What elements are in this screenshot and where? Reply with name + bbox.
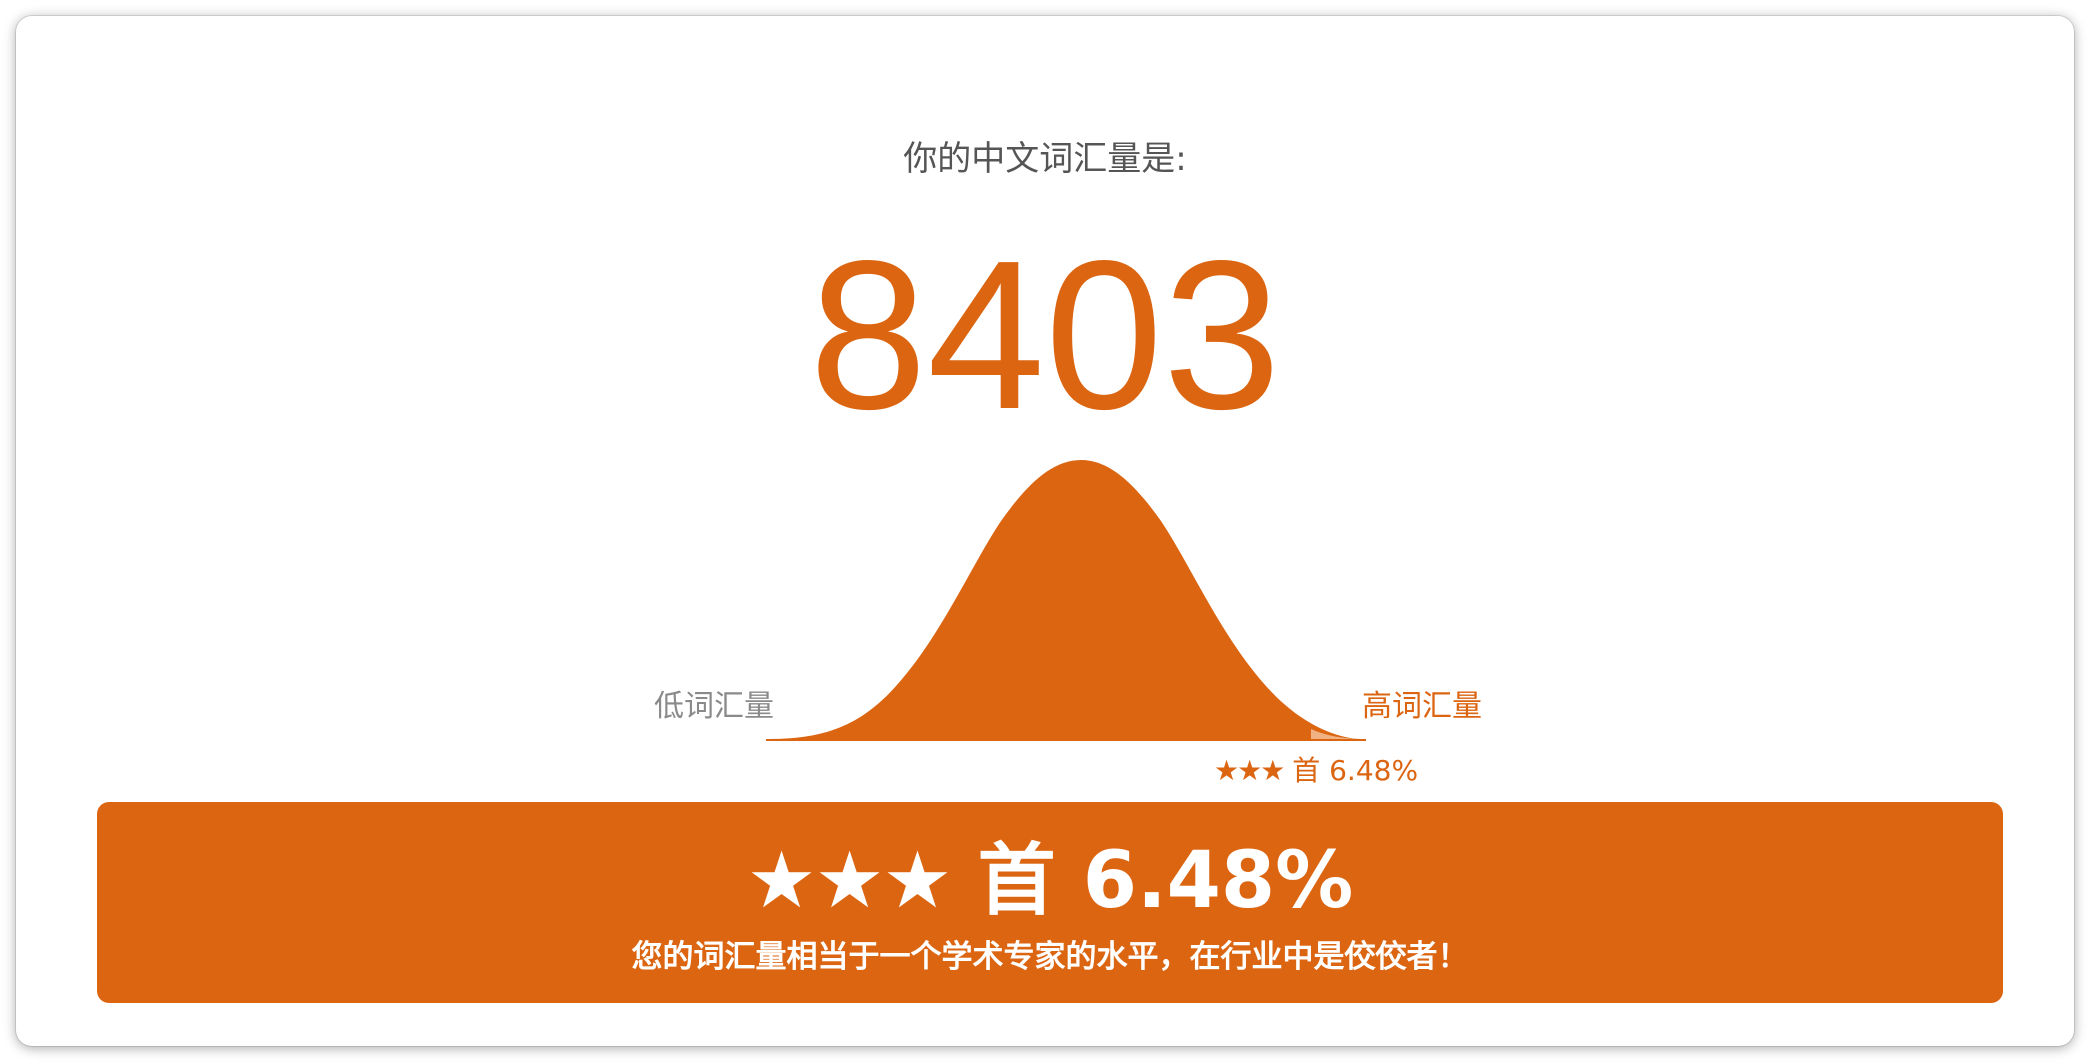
high-vocabulary-label: 高词汇量 — [1362, 689, 1482, 724]
low-vocabulary-label: 低词汇量 — [654, 689, 774, 724]
banner-message: 您的词汇量相当于一个学术专家的水平，在行业中是佼佼者！ — [631, 939, 1469, 975]
vocabulary-score: 8403 — [809, 216, 1281, 453]
distribution-curve-fill — [766, 460, 1361, 739]
distribution-curve — [766, 460, 1366, 741]
star-rating-icon: ★★★ — [1214, 754, 1285, 787]
percentile-marker-text: 首 6.48% — [1292, 754, 1419, 787]
percentile-marker: ★★★ 首 6.48% — [1214, 757, 1418, 785]
vocabulary-intro-text: 你的中文词汇量是: — [903, 139, 1187, 179]
result-banner: ★★★ 首 6.48% 您的词汇量相当于一个学术专家的水平，在行业中是佼佼者！ — [97, 802, 2003, 1003]
star-rating-icon: ★★★ — [746, 836, 953, 926]
banner-percentile: 首 6.48% — [977, 836, 1354, 926]
banner-headline: ★★★ 首 6.48% — [97, 842, 2003, 920]
result-card: 你的中文词汇量是: 8403 低词汇量 高词汇量 ★★★ 首 6.48% ★★★… — [16, 16, 2074, 1046]
